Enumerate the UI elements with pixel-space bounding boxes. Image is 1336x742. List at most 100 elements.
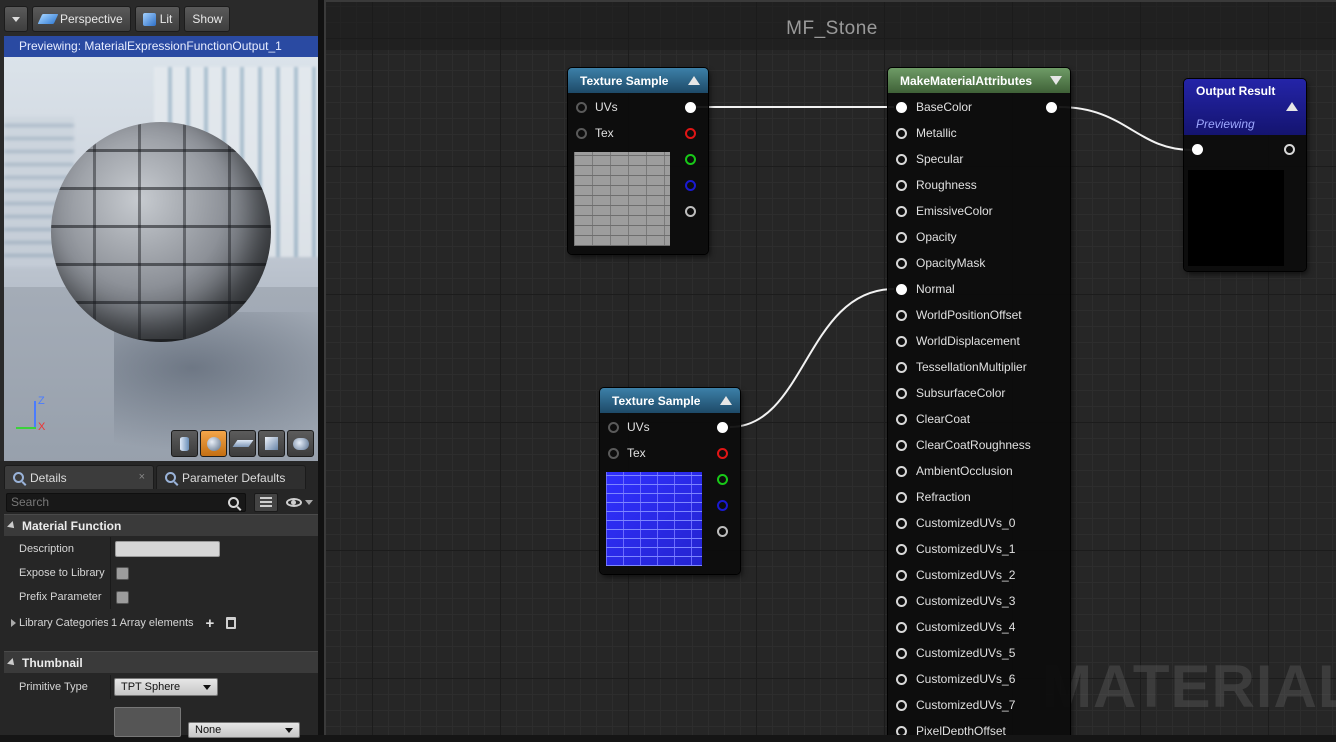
- input-pin-clearcoat[interactable]: [896, 414, 907, 425]
- texture-sample-node-1[interactable]: Texture Sample UVs Tex: [568, 68, 708, 254]
- make-material-attributes-node[interactable]: MakeMaterialAttributes BaseColor Metallic…: [888, 68, 1070, 735]
- normal-map-thumbnail: [606, 472, 702, 566]
- a-output-pin[interactable]: [685, 206, 696, 217]
- input-pin-subsurfacecolor[interactable]: [896, 388, 907, 399]
- input-pin-emissivecolor[interactable]: [896, 206, 907, 217]
- r-output-pin[interactable]: [685, 128, 696, 139]
- material-preview-viewport[interactable]: Perspective Lit Show Previewing: Materia…: [0, 0, 320, 461]
- expose-to-library-label: Expose to Library: [19, 567, 105, 579]
- output-result-header[interactable]: Output Result Previewing: [1184, 79, 1306, 135]
- texture-sample-2-header[interactable]: Texture Sample: [600, 388, 740, 413]
- lit-mode-icon: [142, 12, 156, 26]
- collapse-icon[interactable]: [1286, 102, 1298, 111]
- input-pin-opacitymask[interactable]: [896, 258, 907, 269]
- input-pin-opacity[interactable]: [896, 232, 907, 243]
- input-pin-ambientocclusion[interactable]: [896, 466, 907, 477]
- collapse-icon[interactable]: [688, 76, 700, 85]
- trash-icon[interactable]: [226, 617, 237, 629]
- cube-primitive-button[interactable]: [258, 430, 285, 457]
- tex-input-pin[interactable]: [576, 128, 587, 139]
- tex-input-pin[interactable]: [608, 448, 619, 459]
- input-pin-customizeduvs_1[interactable]: [896, 544, 907, 555]
- preview-mesh-thumbnail[interactable]: [114, 707, 181, 737]
- cylinder-primitive-button[interactable]: [171, 430, 198, 457]
- preview-mesh-dropdown[interactable]: None: [188, 722, 300, 738]
- r-output-pin[interactable]: [717, 448, 728, 459]
- input-pin-customizeduvs_2[interactable]: [896, 570, 907, 581]
- tab-details[interactable]: Details ×: [4, 465, 154, 489]
- make-material-attributes-title: MakeMaterialAttributes: [900, 73, 1033, 88]
- output-output-pin[interactable]: [1284, 144, 1295, 155]
- output-result-subtitle: Previewing: [1196, 117, 1255, 131]
- lit-label: Lit: [159, 12, 173, 26]
- parameter-defaults-icon: [165, 472, 176, 483]
- rgb-output-pin[interactable]: [685, 102, 696, 113]
- sphere-primitive-button[interactable]: [200, 430, 227, 457]
- add-element-icon[interactable]: +: [206, 615, 215, 632]
- prefix-parameter-label: Prefix Parameter: [19, 591, 102, 603]
- collapse-icon[interactable]: [720, 396, 732, 405]
- search-icon: [228, 496, 239, 508]
- prefix-parameter-checkbox[interactable]: [116, 590, 129, 604]
- viewport-options-button[interactable]: [4, 6, 28, 32]
- input-pin-customizeduvs_0[interactable]: [896, 518, 907, 529]
- viewport-toolbar: Perspective Lit Show: [4, 6, 231, 34]
- input-pin-pixeldepthoffset[interactable]: [896, 726, 907, 735]
- show-button[interactable]: Show: [184, 6, 231, 32]
- b-output-pin[interactable]: [685, 180, 696, 191]
- texture-sample-1-header[interactable]: Texture Sample: [568, 68, 708, 93]
- uvs-input-pin[interactable]: [608, 422, 619, 433]
- texture-sample-node-2[interactable]: Texture Sample UVs Tex: [600, 388, 740, 574]
- input-pin-worldpositionoffset[interactable]: [896, 310, 907, 321]
- description-field[interactable]: [115, 541, 220, 557]
- details-icon: [13, 472, 24, 483]
- input-pin-customizeduvs_5[interactable]: [896, 648, 907, 659]
- perspective-button[interactable]: Perspective: [32, 6, 131, 32]
- lit-button[interactable]: Lit: [134, 6, 181, 32]
- a-output-pin[interactable]: [717, 526, 728, 537]
- property-matrix-button[interactable]: [254, 492, 278, 512]
- input-pin-worlddisplacement[interactable]: [896, 336, 907, 347]
- input-pin-specular[interactable]: [896, 154, 907, 165]
- b-output-pin[interactable]: [717, 500, 728, 511]
- attributes-output-pin[interactable]: [1046, 102, 1057, 113]
- g-output-pin[interactable]: [685, 154, 696, 165]
- plane-primitive-button[interactable]: [229, 430, 256, 457]
- input-pin-customizeduvs_7[interactable]: [896, 700, 907, 711]
- input-pin-customizeduvs_3[interactable]: [896, 596, 907, 607]
- input-pin-basecolor[interactable]: [896, 102, 907, 113]
- thumbnail-section-header[interactable]: Thumbnail: [4, 651, 318, 673]
- search-input[interactable]: [7, 493, 217, 511]
- make-material-attributes-header[interactable]: MakeMaterialAttributes: [888, 68, 1070, 93]
- material-function-section-header[interactable]: Material Function: [4, 514, 318, 536]
- input-pin-tessellationmultiplier[interactable]: [896, 362, 907, 373]
- view-options-button[interactable]: [286, 497, 313, 507]
- input-pin-customizeduvs_4[interactable]: [896, 622, 907, 633]
- input-pin-metallic[interactable]: [896, 128, 907, 139]
- tex-input-label: Tex: [595, 126, 614, 140]
- input-label-customizeduvs_7: CustomizedUVs_7: [916, 698, 1016, 712]
- input-label-specular: Specular: [916, 152, 964, 166]
- material-graph-canvas[interactable]: MF_Stone MATERIAL F Texture Sample UVs T…: [324, 0, 1336, 735]
- expand-icon[interactable]: [1050, 76, 1062, 85]
- input-pin-refraction[interactable]: [896, 492, 907, 503]
- close-icon[interactable]: ×: [139, 471, 145, 483]
- rgb-output-pin[interactable]: [717, 422, 728, 433]
- input-pin-normal[interactable]: [896, 284, 907, 295]
- output-result-node[interactable]: Output Result Previewing: [1184, 79, 1306, 271]
- expand-arrow-icon[interactable]: [11, 619, 16, 627]
- preview-scene[interactable]: Z X: [4, 57, 318, 461]
- output-input-pin[interactable]: [1192, 144, 1203, 155]
- input-pin-clearcoatroughness[interactable]: [896, 440, 907, 451]
- thumbnail-header-label: Thumbnail: [22, 655, 83, 670]
- details-tabs: Details × Parameter Defaults: [4, 465, 306, 489]
- input-pin-roughness[interactable]: [896, 180, 907, 191]
- g-output-pin[interactable]: [717, 474, 728, 485]
- input-pin-customizeduvs_6[interactable]: [896, 674, 907, 685]
- tab-parameter-defaults[interactable]: Parameter Defaults: [156, 465, 306, 489]
- expose-to-library-checkbox[interactable]: [116, 566, 129, 580]
- details-search-row: [6, 491, 318, 513]
- custom-mesh-primitive-button[interactable]: [287, 430, 314, 457]
- primitive-type-dropdown[interactable]: TPT Sphere: [114, 678, 218, 696]
- uvs-input-pin[interactable]: [576, 102, 587, 113]
